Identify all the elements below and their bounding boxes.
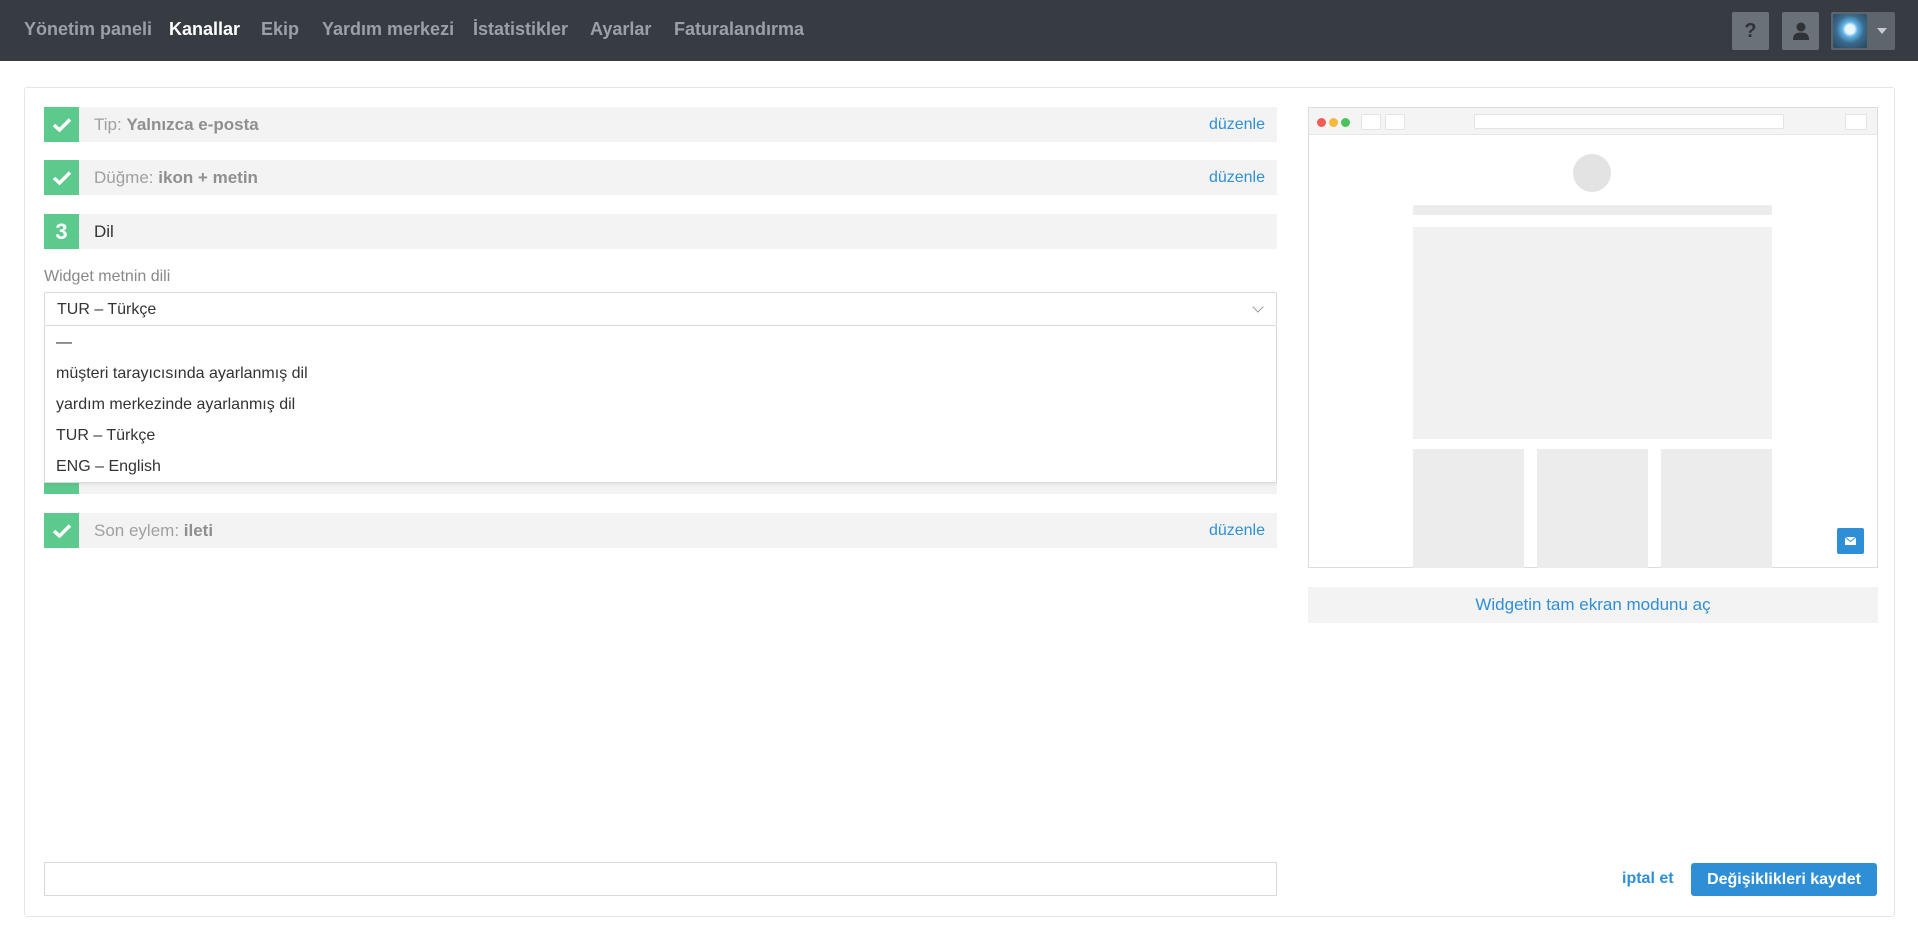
check-icon	[44, 513, 79, 548]
preview-column	[1537, 449, 1648, 568]
check-icon	[44, 107, 79, 142]
edit-last-action-link[interactable]: düzenle	[1209, 522, 1265, 540]
account-menu-button[interactable]	[1831, 12, 1895, 50]
step-button-label: Düğme: ikon + metin	[94, 168, 258, 187]
language-option[interactable]: müşteri tarayıcısında ayarlanmış dil	[56, 365, 308, 383]
top-navbar: Yönetim paneli Kanallar Ekip Yardım merk…	[0, 0, 1918, 61]
check-icon	[44, 160, 79, 195]
chevron-down-icon	[1252, 301, 1264, 313]
edit-type-link[interactable]: düzenle	[1209, 116, 1265, 134]
step-last-action-label: Son eylem: ileti	[94, 521, 214, 540]
question-icon: ?	[1744, 19, 1757, 42]
nav-item-help-center[interactable]: Yardım merkezi	[322, 19, 454, 40]
nav-item-team[interactable]: Ekip	[261, 19, 299, 40]
preview-hero-block	[1413, 227, 1772, 439]
step-number: 3	[44, 214, 79, 249]
nav-item-dashboard[interactable]: Yönetim paneli	[24, 19, 152, 40]
minimize-dot-icon	[1329, 118, 1338, 127]
nav-item-statistics[interactable]: İstatistikler	[473, 19, 568, 40]
language-dropdown: — müşteri tarayıcısında ayarlanmış dil y…	[44, 326, 1277, 483]
language-select[interactable]: TUR – Türkçe	[44, 292, 1277, 326]
maximize-dot-icon	[1341, 118, 1350, 127]
language-option[interactable]: TUR – Türkçe	[56, 427, 155, 445]
language-option[interactable]: —	[56, 334, 72, 352]
step-type-label: Tip: Yalnızca e-posta	[94, 115, 259, 134]
envelope-icon[interactable]	[1837, 528, 1864, 554]
preview-avatar	[1573, 154, 1611, 192]
cancel-link[interactable]: iptal et	[1622, 870, 1674, 888]
open-fullscreen-button[interactable]: Widgetin tam ekran modunu aç	[1308, 587, 1878, 623]
user-button[interactable]	[1782, 12, 1819, 50]
language-option[interactable]: yardım merkezinde ayarlanmış dil	[56, 396, 295, 414]
nav-item-channels[interactable]: Kanallar	[169, 19, 240, 40]
bottom-input-field[interactable]	[44, 862, 1277, 896]
help-button[interactable]: ?	[1732, 12, 1769, 50]
preview-column	[1413, 449, 1524, 568]
avatar	[1833, 14, 1867, 48]
browser-tab	[1845, 114, 1867, 130]
step-button: Düğme: ikon + metin düzenle	[44, 160, 1277, 195]
nav-item-settings[interactable]: Ayarlar	[590, 19, 651, 40]
caret-down-icon	[1877, 28, 1887, 34]
step-language: 3 Dil	[44, 214, 1277, 249]
widget-language-label: Widget metnin dili	[44, 268, 171, 285]
preview-line	[1413, 205, 1772, 215]
step-language-title: Dil	[94, 222, 114, 241]
browser-tab	[1361, 114, 1381, 130]
step-last-action: Son eylem: ileti düzenle	[44, 513, 1277, 548]
save-changes-button[interactable]: Değişiklikleri kaydet	[1691, 863, 1877, 896]
close-dot-icon	[1317, 118, 1326, 127]
browser-tab	[1385, 114, 1405, 130]
nav-item-billing[interactable]: Faturalandırma	[674, 19, 804, 40]
step-type: Tip: Yalnızca e-posta düzenle	[44, 107, 1277, 142]
language-option[interactable]: ENG – English	[56, 458, 161, 476]
widget-preview	[1308, 107, 1878, 568]
preview-column	[1661, 449, 1772, 568]
user-icon	[1792, 22, 1809, 40]
browser-bar	[1309, 108, 1877, 135]
browser-address-bar	[1474, 114, 1784, 129]
language-select-value: TUR – Türkçe	[57, 301, 157, 318]
edit-button-link[interactable]: düzenle	[1209, 169, 1265, 187]
